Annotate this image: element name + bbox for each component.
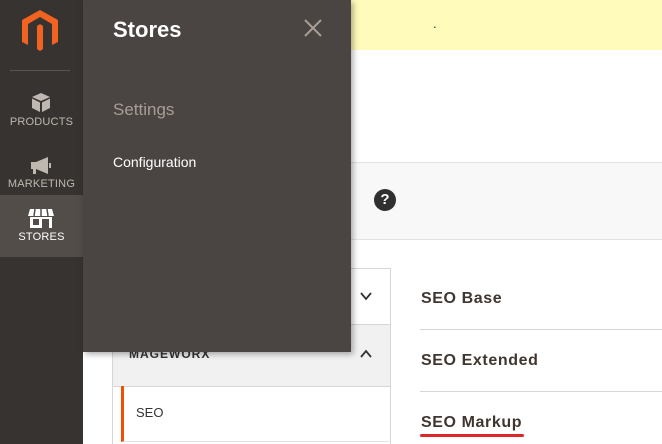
menu-item-configuration[interactable]: Configuration [113, 154, 196, 170]
cube-icon [32, 93, 50, 112]
config-tab-seo[interactable]: SEO [121, 386, 391, 442]
config-tab-label: SEO [136, 405, 164, 420]
stores-flyout-menu: Stores Settings Configuration [83, 0, 351, 352]
nav-item-label: PRODUCTS [9, 116, 74, 128]
nav-item-label: STORES [18, 231, 65, 243]
section-seo-extended[interactable]: SEO Extended [420, 330, 662, 392]
admin-sidebar: PRODUCTS MARKETING STORES [0, 0, 83, 444]
notice-text: . [433, 16, 437, 31]
section-title: SEO Markup [421, 414, 523, 431]
close-icon[interactable] [303, 18, 323, 38]
section-title: SEO Base [421, 290, 503, 307]
section-title: SEO Extended [421, 352, 539, 369]
nav-divider [10, 70, 70, 71]
flyout-section-settings: Settings [113, 100, 175, 119]
chevron-up-icon [360, 349, 372, 358]
chevron-down-icon [360, 292, 372, 301]
config-sections: SEO Base SEO Extended SEO Markup [420, 268, 662, 444]
magento-logo-icon[interactable] [20, 8, 60, 52]
highlight-underline [420, 434, 524, 437]
megaphone-icon [31, 157, 51, 174]
nav-item-products[interactable]: PRODUCTS [0, 80, 83, 142]
nav-item-stores[interactable]: STORES [0, 195, 83, 257]
flyout-title: Stores [113, 17, 182, 42]
help-icon[interactable]: ? [374, 189, 396, 211]
nav-item-label: MARKETING [7, 178, 76, 190]
storefront-icon [28, 208, 54, 228]
section-seo-base[interactable]: SEO Base [420, 268, 662, 330]
